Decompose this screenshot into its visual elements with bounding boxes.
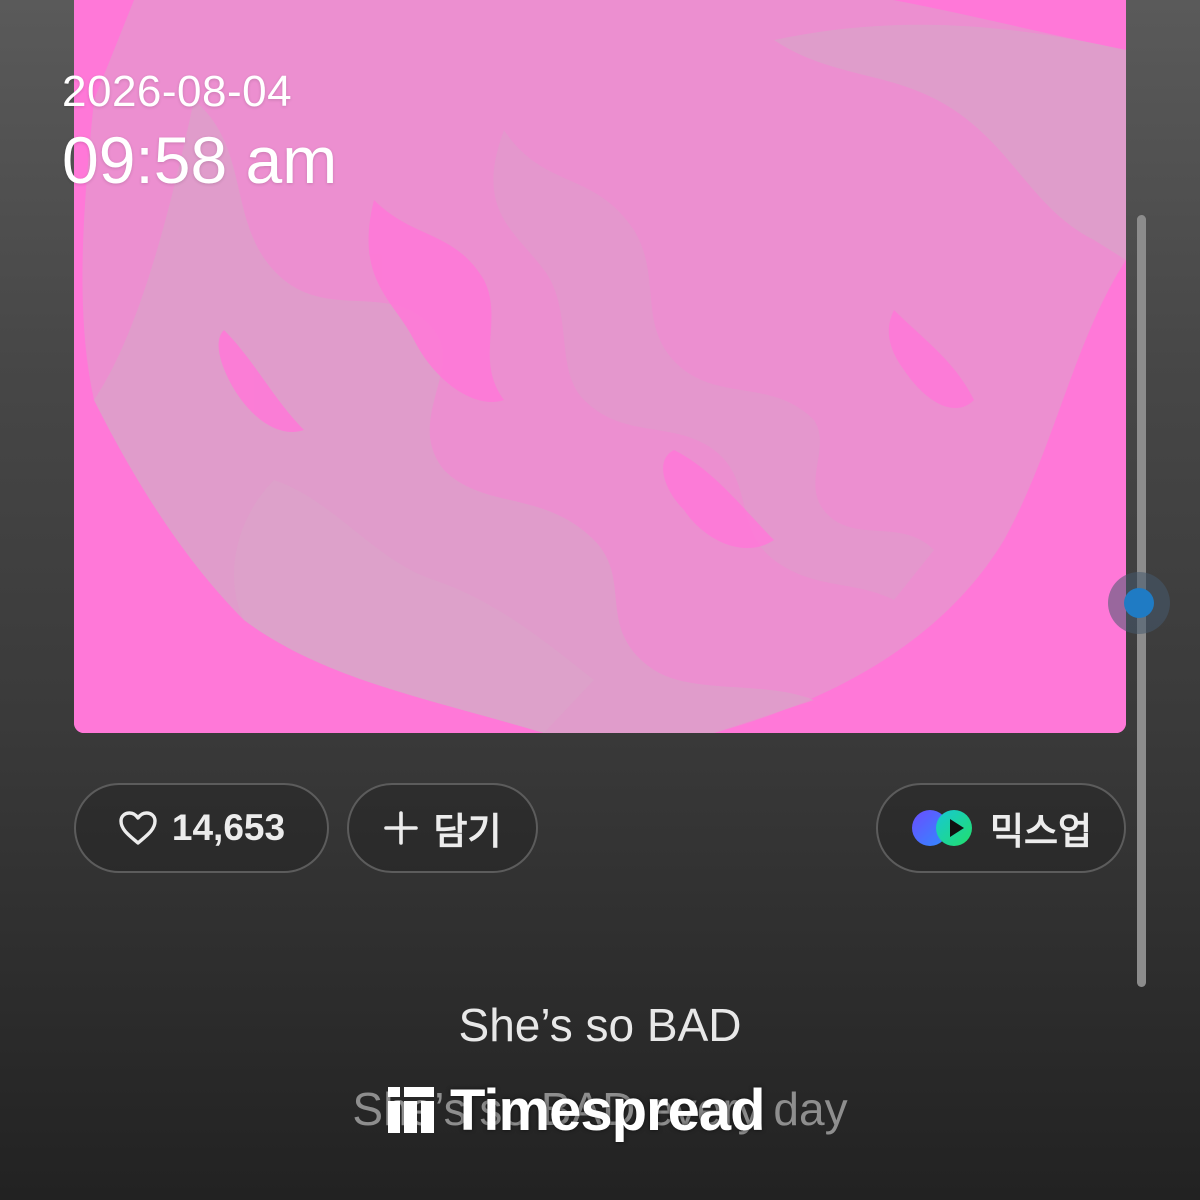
date-label: 2026-08-04: [62, 67, 293, 116]
mixup-button[interactable]: 믹스업: [876, 783, 1126, 873]
mixup-icon: [911, 810, 972, 846]
add-to-playlist-button[interactable]: 담기: [347, 783, 538, 873]
scrollbar-thumb[interactable]: [1108, 572, 1170, 634]
time-label: 09:58 am: [62, 123, 338, 197]
scrollbar-thumb-dot: [1124, 588, 1154, 618]
mixup-label: 믹스업: [989, 811, 1093, 852]
like-count: 14,653: [171, 807, 286, 848]
watermark-text: Timespread: [450, 1077, 766, 1143]
datetime-overlay: 2026-08-04 09:58 am: [62, 68, 337, 198]
plus-icon: [384, 811, 419, 845]
watermark: Timespread: [386, 1078, 766, 1143]
timespread-logo-icon: [388, 1087, 434, 1133]
heart-icon: [119, 811, 157, 845]
like-button[interactable]: 14,653: [74, 783, 329, 873]
lyric-current-line[interactable]: She’s so BAD: [0, 998, 1200, 1052]
add-label: 담기: [433, 811, 502, 852]
